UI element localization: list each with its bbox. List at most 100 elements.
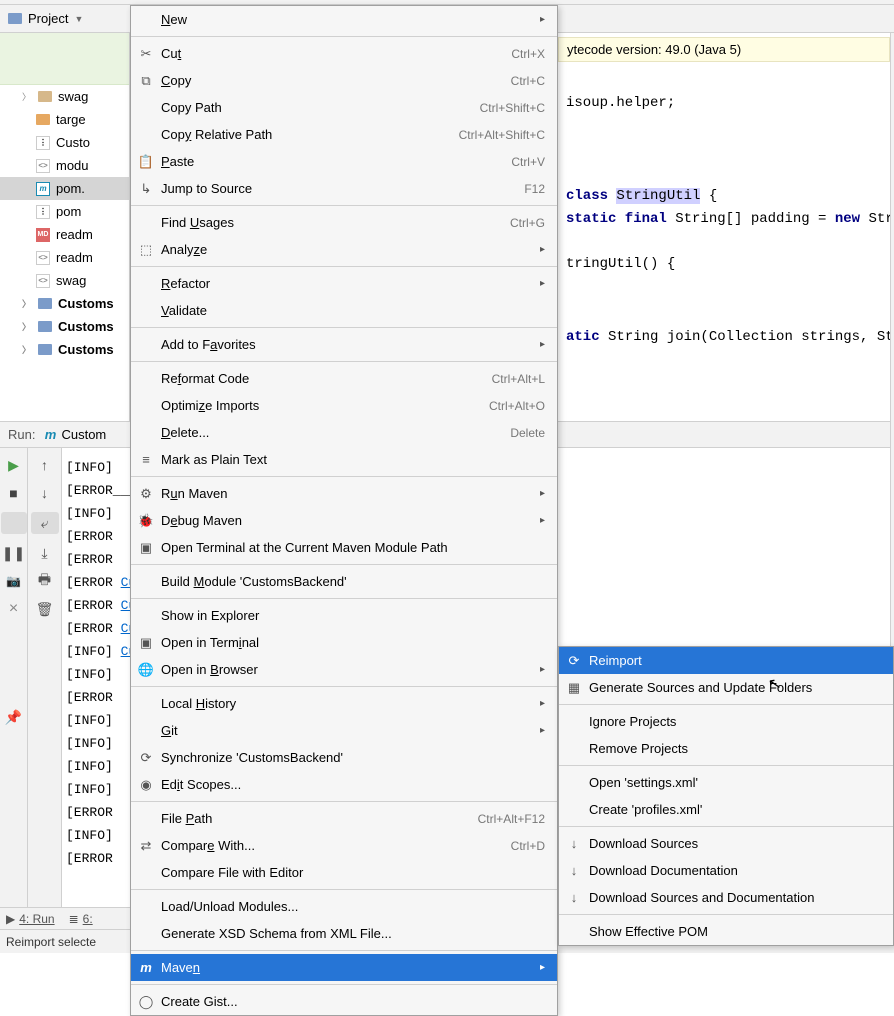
menu-item[interactable]: Generate XSD Schema from XML File... xyxy=(131,920,557,947)
menu-item[interactable]: ⧉CopyCtrl+C xyxy=(131,67,557,94)
menu-label: Validate xyxy=(161,303,545,318)
tree-item[interactable]: 〉swag xyxy=(0,85,129,108)
menu-item[interactable]: New▸ xyxy=(131,6,557,33)
menu-label: Download Sources and Documentation xyxy=(589,890,881,905)
menu-separator xyxy=(131,36,557,37)
menu-item[interactable]: Reformat CodeCtrl+Alt+L xyxy=(131,365,557,392)
menu-shortcut: Ctrl+Alt+O xyxy=(489,399,545,413)
tree-item[interactable]: <>readm xyxy=(0,246,129,269)
submenu-item[interactable]: ⟳Reimport xyxy=(559,647,893,674)
tree-item[interactable]: ⋮pom xyxy=(0,200,129,223)
submenu-item[interactable]: Remove Projects xyxy=(559,735,893,762)
menu-item[interactable]: Git▸ xyxy=(131,717,557,744)
print-icon[interactable]: 🖶 xyxy=(36,572,54,590)
menu-item[interactable]: ⇄Compare With...Ctrl+D xyxy=(131,832,557,859)
rerun-icon[interactable]: ▶ xyxy=(5,456,23,474)
menu-item[interactable]: File PathCtrl+Alt+F12 xyxy=(131,805,557,832)
submenu-item[interactable]: ↓Download Documentation xyxy=(559,857,893,884)
status-6-tab[interactable]: ≣ 6: xyxy=(69,912,93,926)
menu-item[interactable]: Compare File with Editor xyxy=(131,859,557,886)
menu-item[interactable]: Show in Explorer xyxy=(131,602,557,629)
menu-item[interactable]: Validate xyxy=(131,297,557,324)
menu-item[interactable]: Copy Relative PathCtrl+Alt+Shift+C xyxy=(131,121,557,148)
menu-item[interactable]: Add to Favorites▸ xyxy=(131,331,557,358)
menu-icon: 📋 xyxy=(137,153,155,171)
submenu-item[interactable]: Open 'settings.xml' xyxy=(559,769,893,796)
code-line: isoup.helper; xyxy=(566,92,890,115)
tree-item[interactable]: MDreadm xyxy=(0,223,129,246)
menu-item[interactable]: ◉Edit Scopes... xyxy=(131,771,557,798)
menu-item[interactable]: 🌐Open in Browser▸ xyxy=(131,656,557,683)
menu-item[interactable]: Copy PathCtrl+Shift+C xyxy=(131,94,557,121)
tree-item[interactable]: 〉Customs xyxy=(0,338,129,361)
menu-icon: ≡ xyxy=(137,451,155,469)
menu-item[interactable]: 📋PasteCtrl+V xyxy=(131,148,557,175)
tree-item[interactable]: <>modu xyxy=(0,154,129,177)
menu-icon xyxy=(565,774,583,792)
menu-item[interactable]: Local History▸ xyxy=(131,690,557,717)
close-panel-icon[interactable]: × xyxy=(5,600,23,618)
tree-item[interactable]: ⋮Custo xyxy=(0,131,129,154)
editor-notification[interactable]: ytecode version: 49.0 (Java 5) xyxy=(558,37,890,62)
layout-toggle[interactable] xyxy=(1,512,27,534)
file-icon: ⋮ xyxy=(36,136,50,150)
pin-icon[interactable]: 📌 xyxy=(5,708,23,726)
menu-item[interactable]: ↳Jump to SourceF12 xyxy=(131,175,557,202)
project-label[interactable]: Project xyxy=(28,11,68,26)
submenu-item[interactable]: ▦Generate Sources and Update Folders xyxy=(559,674,893,701)
menu-item[interactable]: Refactor▸ xyxy=(131,270,557,297)
menu-label: Create 'profiles.xml' xyxy=(589,802,881,817)
submenu-item[interactable]: ↓Download Sources xyxy=(559,830,893,857)
menu-icon: ⟳ xyxy=(565,652,583,670)
menu-item[interactable]: ⬚Analyze▸ xyxy=(131,236,557,263)
menu-item[interactable]: ▣Open in Terminal xyxy=(131,629,557,656)
tree-item[interactable]: targe xyxy=(0,108,129,131)
down-icon[interactable]: ↓ xyxy=(36,484,54,502)
tree-item[interactable]: 〉Customs xyxy=(0,292,129,315)
submenu-arrow-icon: ▸ xyxy=(540,14,545,25)
menu-icon xyxy=(565,713,583,731)
up-icon[interactable]: ↑ xyxy=(36,456,54,474)
menu-item[interactable]: ≡Mark as Plain Text xyxy=(131,446,557,473)
tree-item-label: readm xyxy=(56,227,93,242)
menu-item[interactable]: Delete...Delete xyxy=(131,419,557,446)
pause-icon[interactable]: ❚❚ xyxy=(5,544,23,562)
menu-shortcut: Ctrl+G xyxy=(510,216,545,230)
menu-item[interactable]: Load/Unload Modules... xyxy=(131,893,557,920)
camera-icon[interactable]: 📷 xyxy=(5,572,23,590)
submenu-arrow-icon: ▸ xyxy=(540,698,545,709)
menu-item[interactable]: mMaven▸ xyxy=(131,954,557,981)
menu-label: Remove Projects xyxy=(589,741,881,756)
soft-wrap-icon[interactable]: ⤶ xyxy=(31,512,59,534)
submenu-item[interactable]: Ignore Projects xyxy=(559,708,893,735)
menu-item[interactable]: Find UsagesCtrl+G xyxy=(131,209,557,236)
menu-icon: ⬚ xyxy=(137,241,155,259)
tree-item[interactable]: <>swag xyxy=(0,269,129,292)
menu-icon: ▦ xyxy=(565,679,583,697)
menu-item[interactable]: ◯Create Gist... xyxy=(131,988,557,1015)
menu-item[interactable]: ⚙Run Maven▸ xyxy=(131,480,557,507)
xml-file-icon: <> xyxy=(36,274,50,288)
menu-item[interactable]: ▣Open Terminal at the Current Maven Modu… xyxy=(131,534,557,561)
menu-icon xyxy=(137,810,155,828)
tree-item[interactable]: mpom. xyxy=(0,177,129,200)
submenu-item[interactable]: Create 'profiles.xml' xyxy=(559,796,893,823)
stop-icon[interactable]: ■ xyxy=(5,484,23,502)
menu-separator xyxy=(559,765,893,766)
chevron-right-icon: 〉 xyxy=(22,297,32,310)
status-run-tab[interactable]: ▶ 4: Run xyxy=(6,912,55,926)
submenu-item[interactable]: Show Effective POM xyxy=(559,918,893,945)
chevron-down-icon[interactable]: ▼ xyxy=(74,14,83,24)
menu-item[interactable]: Optimize ImportsCtrl+Alt+O xyxy=(131,392,557,419)
menu-label: Copy Path xyxy=(161,100,474,115)
run-config-tab[interactable]: m Custom xyxy=(43,427,106,442)
menu-item[interactable]: ✂CutCtrl+X xyxy=(131,40,557,67)
submenu-item[interactable]: ↓Download Sources and Documentation xyxy=(559,884,893,911)
menu-item[interactable]: ⟳Synchronize 'CustomsBackend' xyxy=(131,744,557,771)
menu-label: Open in Terminal xyxy=(161,635,545,650)
tree-item[interactable]: 〉Customs xyxy=(0,315,129,338)
scroll-icon[interactable]: ⤓ xyxy=(36,544,54,562)
menu-item[interactable]: 🐞Debug Maven▸ xyxy=(131,507,557,534)
menu-item[interactable]: Build Module 'CustomsBackend' xyxy=(131,568,557,595)
trash-icon[interactable]: 🗑 xyxy=(36,600,54,618)
